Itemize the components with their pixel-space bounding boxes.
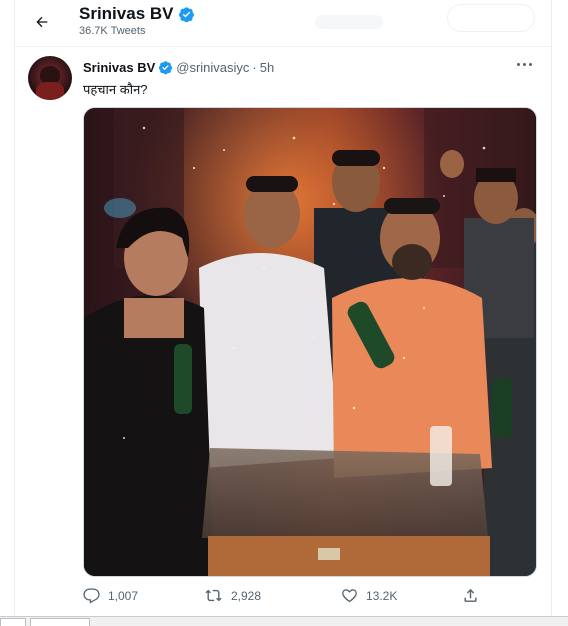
meta-separator: · <box>252 60 257 75</box>
verified-badge-icon <box>159 61 173 75</box>
share-icon <box>464 588 477 602</box>
reply-icon <box>83 588 100 604</box>
profile-header: Srinivas BV 36.7K Tweets <box>15 0 551 47</box>
retweet-icon <box>205 589 222 602</box>
like-count: 13.2K <box>366 588 398 603</box>
arrow-left-icon <box>36 16 48 28</box>
more-button[interactable] <box>515 58 535 72</box>
like-button[interactable]: 13.2K <box>341 587 397 604</box>
tweet-text: पहचान कौन? <box>83 82 148 97</box>
faded-header-button[interactable] <box>447 4 535 32</box>
profile-name-text: Srinivas BV <box>79 4 174 23</box>
tweet-time[interactable]: 5h <box>260 60 274 75</box>
back-button[interactable] <box>29 9 55 35</box>
author-handle[interactable]: @srinivasiyc <box>176 60 249 75</box>
reply-button[interactable]: 1,007 <box>83 587 138 604</box>
author-name[interactable]: Srinivas BV <box>83 60 155 75</box>
tweet-photo[interactable] <box>83 107 537 577</box>
faded-header-element <box>315 15 383 29</box>
avatar[interactable] <box>28 56 72 100</box>
profile-name: Srinivas BV <box>79 4 195 24</box>
photo-image <box>84 108 536 576</box>
tweet-actions: 1,007 2,928 13.2K <box>83 587 483 611</box>
share-button[interactable] <box>462 587 479 604</box>
timeline-column: Srinivas BV 36.7K Tweets Srinivas BV @sr… <box>14 0 552 625</box>
retweet-button[interactable]: 2,928 <box>204 587 261 604</box>
heart-icon <box>342 589 357 603</box>
reply-count: 1,007 <box>108 588 139 603</box>
verified-badge-icon <box>178 6 194 22</box>
tweet-count: 36.7K Tweets <box>79 25 146 37</box>
tweet-meta: Srinivas BV @srinivasiyc · 5h <box>83 60 274 75</box>
retweet-count: 2,928 <box>231 588 262 603</box>
